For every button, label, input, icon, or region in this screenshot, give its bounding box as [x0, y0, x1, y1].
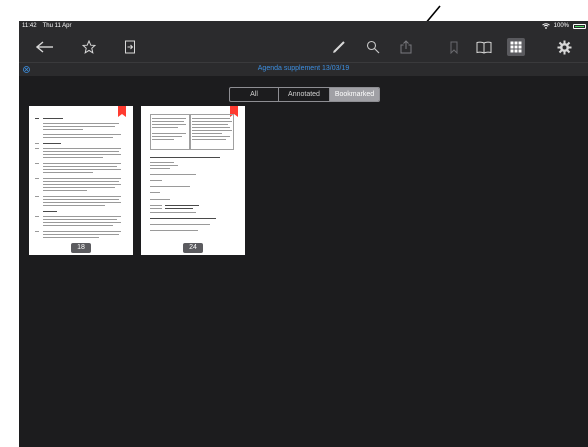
page-thumbnail[interactable]: 18 [29, 106, 133, 255]
wifi-icon [541, 23, 550, 29]
grid-icon[interactable] [507, 38, 525, 56]
toolbar [19, 33, 588, 62]
pencil-icon[interactable] [329, 37, 349, 57]
page-thumbnail[interactable]: 24 [141, 106, 245, 255]
bookmark-icon[interactable] [444, 37, 464, 57]
document-title: Agenda supplement 13/03/19 [257, 65, 350, 72]
document-title-bar: Agenda supplement 13/03/19 [19, 62, 588, 76]
filter-segmented-control: All Annotated Bookmarked [229, 87, 380, 102]
battery-fill [575, 25, 584, 27]
filter-annotated[interactable]: Annotated [278, 88, 329, 101]
page-number-badge: 24 [183, 243, 203, 253]
ipad-screen: 11:42 Thu 11 Apr 100% Agenda supplement … [19, 21, 588, 447]
back-arrow-icon[interactable] [35, 37, 55, 57]
battery-icon [573, 23, 586, 29]
status-time: 11:42 [22, 23, 37, 29]
gear-icon[interactable] [554, 37, 574, 57]
page-number-badge: 18 [71, 243, 91, 253]
battery-percent: 100% [553, 23, 569, 29]
export-icon[interactable] [120, 37, 140, 57]
filter-all[interactable]: All [230, 88, 278, 101]
filter-bookmarked[interactable]: Bookmarked [329, 88, 379, 101]
bookmark-flag-icon [118, 106, 126, 117]
status-date: Thu 11 Apr [42, 23, 72, 29]
book-icon[interactable] [474, 37, 494, 57]
status-bar: 11:42 Thu 11 Apr 100% [19, 21, 588, 33]
star-icon[interactable] [79, 37, 99, 57]
share-icon[interactable] [396, 37, 416, 57]
search-icon[interactable] [363, 37, 383, 57]
